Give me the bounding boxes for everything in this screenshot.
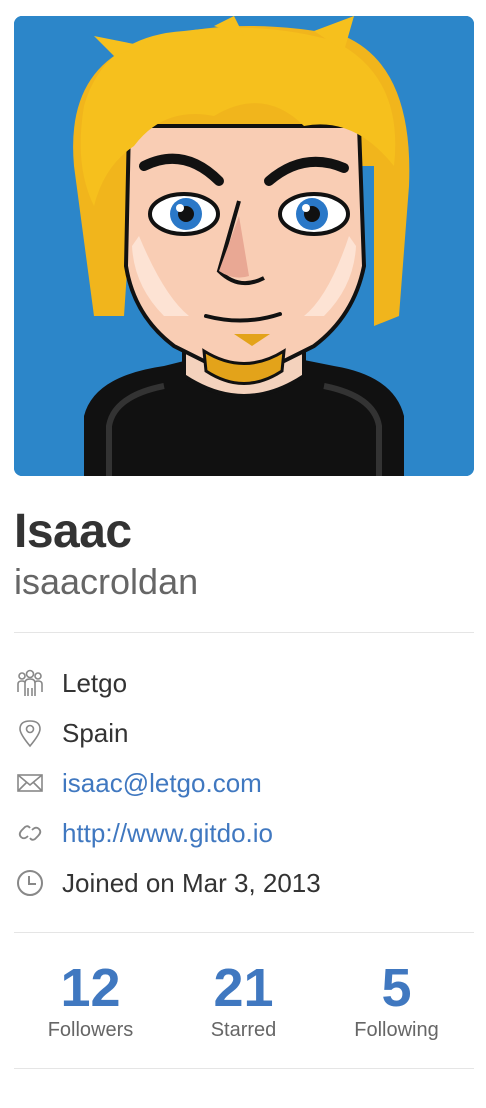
website-link[interactable]: http://www.gitdo.io: [62, 818, 273, 849]
profile-avatar[interactable]: [14, 16, 474, 476]
detail-email: isaac@letgo.com: [14, 758, 474, 808]
stat-followers[interactable]: 12 Followers: [14, 958, 167, 1044]
divider: [14, 1068, 474, 1069]
mail-icon: [14, 767, 46, 799]
profile-username: isaacroldan: [14, 561, 199, 602]
stat-starred[interactable]: 21 Starred: [167, 958, 320, 1044]
clock-icon: [14, 867, 46, 899]
location-text: Spain: [62, 717, 129, 748]
detail-location: Spain: [14, 708, 474, 758]
divider: [14, 632, 474, 633]
link-icon: [14, 817, 46, 849]
stat-following[interactable]: 5 Following: [320, 958, 473, 1044]
organization-text: Letgo: [62, 667, 128, 698]
followers-count: 12: [60, 958, 121, 1018]
profile-details-list: Letgo Spain isaac@letgo.com http://www.g…: [14, 658, 474, 908]
profile-stats: 12 Followers 21 Starred 5 Following: [14, 958, 474, 1044]
cartoon-avatar-image: [14, 16, 474, 476]
email-link[interactable]: isaac@letgo.com: [62, 768, 262, 799]
profile-full-name: Isaac: [14, 505, 132, 558]
detail-website: http://www.gitdo.io: [14, 808, 474, 858]
following-count: 5: [381, 958, 412, 1018]
divider: [14, 932, 474, 933]
detail-joined: Joined on Mar 3, 2013: [14, 858, 474, 908]
following-label: Following: [354, 1019, 439, 1041]
detail-organization: Letgo: [14, 658, 474, 708]
location-pin-icon: [14, 717, 46, 749]
joined-text: Joined on Mar 3, 2013: [62, 867, 321, 898]
followers-label: Followers: [47, 1019, 134, 1041]
starred-label: Starred: [210, 1019, 277, 1041]
starred-count: 21: [213, 958, 274, 1018]
organization-icon: [14, 667, 46, 699]
